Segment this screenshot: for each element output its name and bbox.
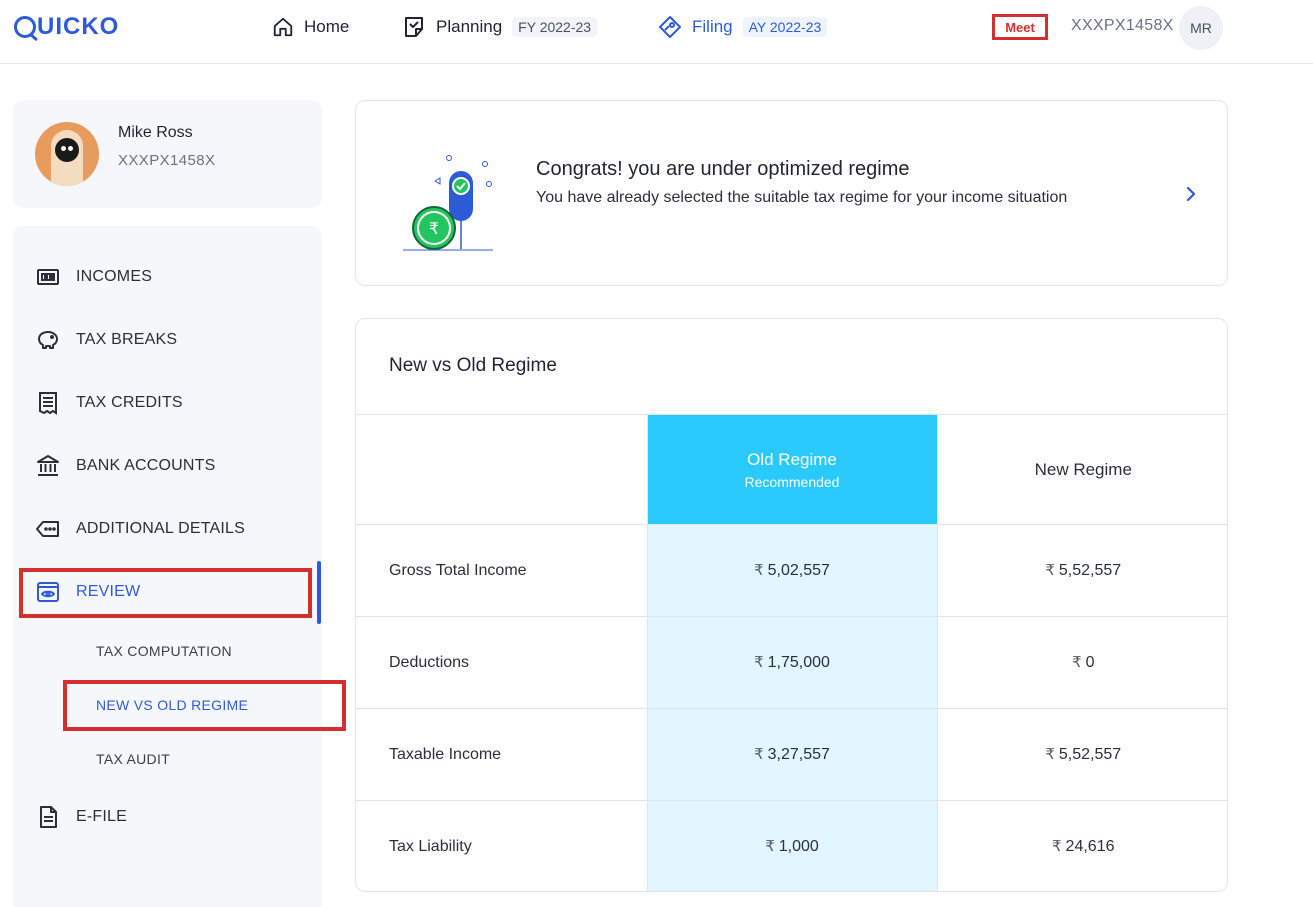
header-empty-cell [356,414,647,525]
sidebar-subitem-tax-audit[interactable]: TAX AUDIT [96,751,170,767]
top-bar: UICKO Home Planning FY 2022-23 Filing AY… [0,0,1313,64]
logo-text: UICKO [37,13,120,40]
congrats-card[interactable]: ₹ Congrats! you are under optimized regi… [355,100,1228,286]
rupee-icon: ₹ [754,562,764,579]
regime-title: New vs Old Regime [389,355,557,376]
sidebar-item-incomes[interactable]: INCOMES [35,264,152,290]
sidebar-item-label: TAX CREDITS [76,394,183,411]
congrats-title: Congrats! you are under optimized regime [536,158,910,180]
old-regime-value: ₹3,27,557 [646,708,937,801]
rupee-icon: ₹ [1072,654,1082,671]
document-icon [40,806,57,828]
table-header-row: Old Regime Recommended New Regime [356,414,1227,525]
old-regime-value: ₹5,02,557 [646,524,937,617]
incomes-icon [37,269,59,285]
highlight-box-new-vs-old-regime [63,680,346,731]
row-label: Deductions [356,616,647,709]
old-regime-value: ₹1,000 [646,800,937,891]
sidebar-item-label: INCOMES [76,268,153,285]
home-icon [273,17,293,37]
planning-icon [405,17,423,37]
meet-button[interactable]: Meet [992,14,1048,40]
logo-q-mark [14,16,36,38]
regime-comparison-table: Old Regime Recommended New Regime Gross … [356,414,1227,891]
sidebar-item-tax-credits[interactable]: TAX CREDITS [35,390,183,416]
filing-icon [659,16,681,38]
nav-planning-label: Planning [436,17,503,36]
row-label: Gross Total Income [356,524,647,617]
nav-home[interactable]: Home [272,14,349,40]
tag-icon [36,521,59,537]
rupee-icon: ₹ [765,838,775,856]
sidebar-item-bank-accounts[interactable]: BANK ACCOUNTS [35,453,216,479]
rupee-icon: ₹ [1052,838,1062,856]
receipt-icon [39,392,57,415]
filing-ay-badge: AY 2022-23 [742,17,828,37]
planning-fy-badge: FY 2022-23 [512,17,598,37]
sidebar-item-additional-details[interactable]: ADDITIONAL DETAILS [35,516,245,542]
rupee-icon: ₹ [754,654,764,671]
nav-filing-label: Filing [692,17,733,36]
sidebar-item-tax-breaks[interactable]: TAX BREAKS [35,327,177,353]
new-regime-value: ₹24,616 [936,800,1227,891]
row-label: Tax Liability [356,800,647,891]
profile-pan: XXXPX1458X [118,152,216,169]
table-row: Tax Liability ₹1,000 ₹24,616 [356,800,1227,891]
new-regime-value: ₹0 [936,616,1227,709]
nav-filing[interactable]: Filing AY 2022-23 [658,14,828,40]
old-regime-header: Old Regime Recommended [646,414,937,525]
table-row: Deductions ₹1,75,000 ₹0 [356,616,1227,709]
sidebar-item-label: BANK ACCOUNTS [76,457,216,474]
profile-avatar [35,122,99,186]
sidebar-item-label: TAX BREAKS [76,331,178,348]
nav-planning[interactable]: Planning FY 2022-23 [402,14,598,40]
sidebar-subitem-tax-computation[interactable]: TAX COMPUTATION [96,643,232,659]
sidebar-item-label: E-FILE [76,808,127,825]
old-regime-label: Old Regime [747,449,837,469]
quicko-logo[interactable]: UICKO [14,12,119,42]
new-regime-header: New Regime [936,414,1227,525]
piggy-bank-icon [38,331,58,349]
recommended-label: Recommended [744,473,840,490]
sidebar-item-e-file[interactable]: E-FILE [35,804,127,830]
congrats-text: You have already selected the suitable t… [536,189,1068,206]
table-row: Taxable Income ₹3,27,557 ₹5,52,557 [356,708,1227,801]
profile-name: Mike Ross [118,124,193,141]
new-regime-value: ₹5,52,557 [936,708,1227,801]
highlight-box-review [19,568,312,618]
sidebar-item-label: ADDITIONAL DETAILS [76,520,245,537]
user-avatar[interactable]: MR [1179,6,1223,50]
bank-icon [37,455,59,476]
nav-home-label: Home [304,17,350,36]
svg-text:₹: ₹ [429,219,439,238]
chevron-right-icon[interactable] [1184,185,1198,203]
table-row: Gross Total Income ₹5,02,557 ₹5,52,557 [356,524,1227,617]
profile-card: Mike Ross XXXPX1458X [13,100,322,208]
active-indicator [317,561,321,624]
rupee-icon: ₹ [1045,746,1055,763]
rupee-icon: ₹ [754,746,764,763]
header-pan: XXXPX1458X [1071,17,1174,34]
row-label: Taxable Income [356,708,647,801]
new-regime-value: ₹5,52,557 [936,524,1227,617]
rupee-icon: ₹ [1045,562,1055,579]
optimized-regime-illustration-icon: ₹ [403,155,493,251]
regime-comparison-card: New vs Old Regime Old Regime Recommended… [355,318,1228,892]
old-regime-value: ₹1,75,000 [646,616,937,709]
